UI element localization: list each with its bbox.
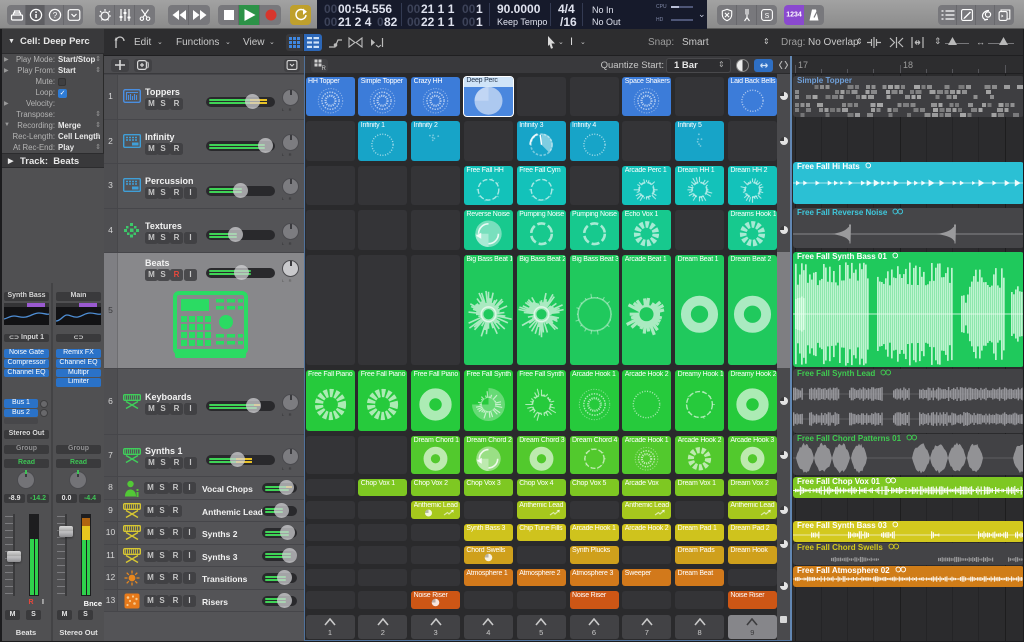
svg-text:S: S <box>765 13 770 20</box>
svg-text:R: R <box>321 66 325 71</box>
svg-text:?: ? <box>52 11 57 20</box>
